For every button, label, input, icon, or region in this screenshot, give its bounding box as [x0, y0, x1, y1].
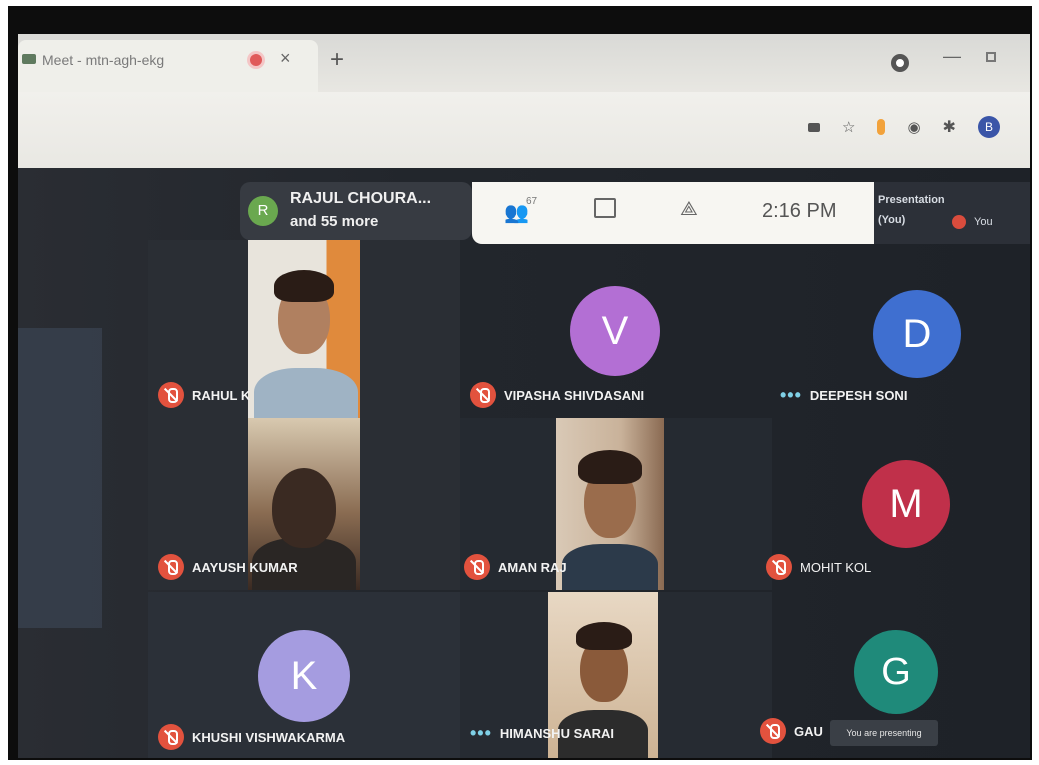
- minimize-button[interactable]: —: [943, 46, 961, 67]
- participant-avatar: K: [258, 630, 350, 722]
- participant-label: ••• DEEPESH SONI: [780, 386, 907, 404]
- participant-label: KHUSHI VISHWAKARMA: [158, 724, 345, 750]
- new-tab-button[interactable]: +: [330, 48, 344, 72]
- participant-label: AAYUSH KUMAR: [158, 554, 298, 580]
- participant-avatar: M: [862, 460, 950, 548]
- participant-name: DEEPESH SONI: [809, 387, 908, 403]
- mic-off-icon: [766, 554, 792, 580]
- close-tab-button[interactable]: ×: [280, 48, 291, 69]
- camera-icon[interactable]: [808, 122, 820, 132]
- participant-name: VIPASHA SHIVDASANI: [504, 387, 645, 403]
- participant-name: RAHUL K: [192, 387, 251, 403]
- meeting-controls: 👥 67 ⟁ 2:16 PM: [472, 182, 874, 244]
- participant-name: KHUSHI VISHWAKARMA: [192, 729, 346, 745]
- account-icon[interactable]: [891, 54, 909, 72]
- presentation-you: You: [974, 216, 993, 228]
- chat-icon[interactable]: [594, 198, 616, 218]
- mic-off-icon: [464, 554, 490, 580]
- profile-icon[interactable]: B: [977, 116, 1000, 138]
- mic-off-icon: [470, 382, 496, 408]
- mic-off-icon: [952, 215, 966, 229]
- participants-count: 67: [526, 196, 538, 207]
- tab-title: Meet - mtn-agh-ekg: [42, 52, 165, 68]
- participant-name: HIMANSHU SARAI: [499, 725, 615, 741]
- mic-off-icon: [158, 724, 184, 750]
- presentation-you-tag: (You): [878, 214, 906, 226]
- host-info: R RAJUL CHOURA... and 55 more: [240, 182, 472, 240]
- presentation-panel[interactable]: Presentation (You) You: [874, 182, 1030, 244]
- presenting-toast: You are presenting: [830, 720, 938, 746]
- participant-label: GAU: [760, 718, 823, 744]
- participant-label: ••• HIMANSHU SARAI: [470, 724, 614, 742]
- participant-label: VIPASHA SHIVDASANI: [470, 382, 644, 408]
- meet-area: R RAJUL CHOURA... and 55 more 👥 67 ⟁ 2:1…: [18, 168, 1030, 758]
- mic-off-icon: [158, 382, 184, 408]
- participant-video: [248, 240, 360, 418]
- participant-avatar: V: [570, 286, 660, 376]
- participant-video: [556, 418, 664, 590]
- participant-label: AMAN RAJ: [464, 554, 567, 580]
- meet-icon: [22, 54, 36, 64]
- more-icon: •••: [470, 723, 492, 743]
- participant-name: MOHIT KOL: [800, 559, 872, 575]
- presentation-label: Presentation: [878, 194, 945, 206]
- recording-icon: [250, 54, 262, 66]
- participant-name: GAU: [794, 723, 823, 739]
- participant-name: AMAN RAJ: [498, 559, 567, 575]
- activities-icon[interactable]: ⟁: [680, 198, 698, 221]
- extension-icon[interactable]: ◉: [907, 118, 920, 136]
- participant-label: RAHUL K: [158, 382, 250, 408]
- meeting-clock: 2:16 PM: [762, 200, 837, 222]
- mic-off-icon: [158, 554, 184, 580]
- browser-toolbar: ☆ ◉ ✱ B: [18, 92, 1030, 168]
- microphone-icon[interactable]: [877, 119, 886, 135]
- mic-off-icon: [760, 718, 786, 744]
- participant-avatar: G: [854, 630, 938, 714]
- more-icon: •••: [780, 385, 802, 405]
- star-icon[interactable]: ☆: [842, 118, 855, 136]
- maximize-button[interactable]: [986, 52, 996, 62]
- presentation-preview: [18, 328, 102, 628]
- browser-tab-bar: Meet - mtn-agh-ekg × + —: [18, 34, 1030, 92]
- participant-name: AAYUSH KUMAR: [192, 559, 298, 575]
- participant-avatar: D: [873, 290, 961, 378]
- host-avatar: R: [248, 196, 278, 226]
- participant-label: MOHIT KOL: [766, 554, 871, 580]
- host-more: and 55 more: [290, 213, 379, 230]
- browser-tab[interactable]: Meet - mtn-agh-ekg ×: [18, 40, 318, 92]
- host-name: RAJUL CHOURA...: [290, 190, 432, 207]
- puzzle-icon[interactable]: ✱: [943, 117, 956, 137]
